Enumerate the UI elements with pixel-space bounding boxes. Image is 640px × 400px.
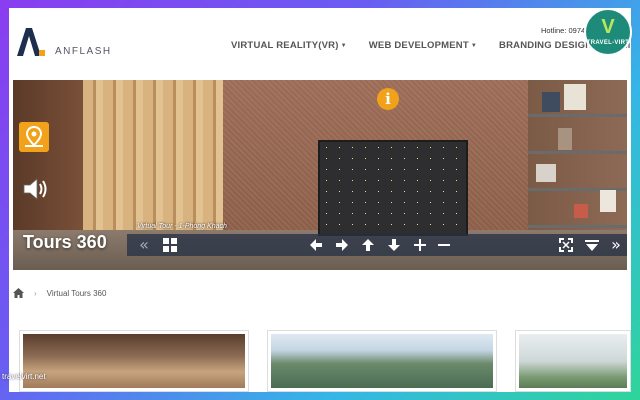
arrow-up-icon[interactable] bbox=[359, 236, 377, 254]
info-icon[interactable]: i bbox=[377, 88, 399, 110]
breadcrumb-current: Virtual Tours 360 bbox=[46, 288, 107, 298]
tour-card-image bbox=[519, 334, 627, 388]
anflash-logo-icon[interactable] bbox=[13, 26, 47, 58]
arrow-right-icon[interactable] bbox=[333, 236, 351, 254]
main-nav: VIRTUAL REALITY(VR) ▼ WEB DEVELOPMENT ▼ BR… bbox=[231, 40, 631, 51]
chevron-down-icon: ▼ bbox=[340, 43, 347, 49]
sound-icon[interactable] bbox=[21, 176, 51, 202]
breadcrumb-separator: › bbox=[34, 288, 37, 298]
page-frame: ANFLASH Hotline: 0974 VIRTUAL REALITY(VR… bbox=[9, 8, 631, 392]
site-watermark: travelvirt.net bbox=[2, 372, 46, 381]
badge-text: TRAVEL-VIRT bbox=[586, 40, 630, 46]
tour-card-image bbox=[271, 334, 493, 388]
chevron-down-icon: ▼ bbox=[470, 43, 478, 49]
tour-card[interactable] bbox=[515, 330, 631, 392]
badge-mark: V bbox=[601, 16, 615, 38]
logo-text: ANFLASH bbox=[55, 46, 112, 57]
home-icon[interactable] bbox=[13, 288, 24, 298]
tour-card-image bbox=[23, 334, 245, 388]
forward-icon[interactable]: » bbox=[607, 236, 625, 254]
rewind-icon[interactable]: « bbox=[135, 236, 153, 254]
scene-caption: Virtual Tour - 1-Phòng Khách bbox=[137, 223, 227, 230]
nav-item-virtual-reality[interactable]: VIRTUAL REALITY(VR) ▼ bbox=[231, 40, 347, 51]
arrow-down-icon[interactable] bbox=[385, 236, 403, 254]
arrow-left-icon[interactable] bbox=[307, 236, 325, 254]
grid-icon[interactable] bbox=[161, 236, 179, 254]
zoom-out-icon[interactable] bbox=[435, 236, 453, 254]
fullscreen-icon[interactable] bbox=[557, 236, 575, 254]
tour-control-bar bbox=[127, 234, 627, 256]
travel-virt-badge: V TRAVEL-VIRT bbox=[584, 8, 632, 56]
zoom-in-icon[interactable] bbox=[411, 236, 429, 254]
breadcrumb: › Virtual Tours 360 bbox=[13, 288, 106, 298]
tour-viewer[interactable]: i Virtual Tour - 1-Phòng Khách Tours 360… bbox=[13, 80, 627, 270]
hotline-text: Hotline: 0974 bbox=[541, 26, 586, 35]
map-icon[interactable] bbox=[19, 122, 49, 152]
site-header: ANFLASH Hotline: 0974 VIRTUAL REALITY(VR… bbox=[9, 8, 631, 80]
tour-card[interactable] bbox=[267, 330, 497, 392]
nav-item-web-development[interactable]: WEB DEVELOPMENT ▼ bbox=[369, 40, 477, 51]
hide-bar-icon[interactable] bbox=[583, 236, 601, 254]
tour-card[interactable] bbox=[19, 330, 249, 392]
tour-title: Tours 360 bbox=[23, 232, 107, 252]
scene-tv bbox=[318, 140, 468, 236]
